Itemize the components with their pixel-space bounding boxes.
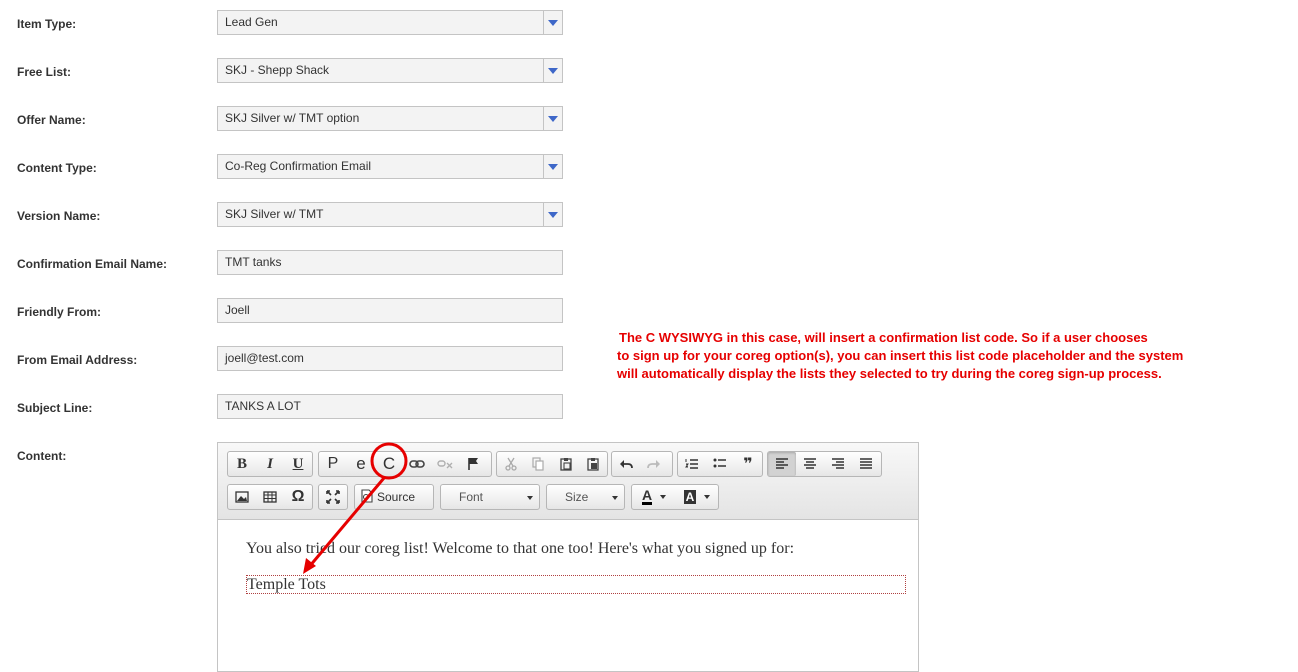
link-icon[interactable] [403, 452, 431, 476]
chevron-down-icon [612, 496, 618, 500]
free-list-label: Free List: [17, 65, 72, 79]
friendly-from-input[interactable]: Joell [217, 298, 563, 323]
item-type-label: Item Type: [17, 17, 77, 31]
p-button[interactable]: P [319, 452, 347, 476]
unlink-icon[interactable] [431, 452, 459, 476]
media-group: Ω [227, 484, 313, 510]
friendly-from-label: Friendly From: [17, 305, 102, 319]
justify-icon[interactable] [852, 452, 880, 476]
cut-icon[interactable] [497, 452, 525, 476]
paste-icon[interactable] [552, 452, 580, 476]
item-type-value: Lead Gen [225, 15, 278, 29]
source-group: Source [354, 484, 434, 510]
paste-word-icon[interactable] [580, 452, 608, 476]
size-combo-label: Size [565, 490, 589, 504]
annotation-line-2: to sign up for your coreg option(s), you… [617, 348, 1184, 363]
text-color-icon: A [641, 487, 653, 505]
bold-button[interactable]: B [228, 452, 256, 476]
color-group: A A [631, 484, 719, 510]
align-group [767, 451, 882, 477]
clipboard-group [496, 451, 608, 477]
free-list-select[interactable]: SKJ - Shepp Shack [217, 58, 563, 83]
from-email-label: From Email Address: [17, 353, 138, 367]
list-code-placeholder[interactable]: Temple Tots [246, 575, 906, 594]
maximize-icon[interactable] [319, 485, 347, 509]
chevron-down-icon [527, 496, 533, 500]
content-label: Content: [17, 449, 67, 463]
align-left-icon[interactable] [768, 452, 796, 476]
table-icon[interactable] [256, 485, 284, 509]
item-type-select[interactable]: Lead Gen [217, 10, 563, 35]
content-editor: B I U P e C ❞ Ω Source Font Size A A You… [217, 442, 919, 672]
quote-icon[interactable]: ❞ [734, 452, 762, 476]
bulleted-list-icon[interactable] [706, 452, 734, 476]
underline-button[interactable]: U [284, 452, 312, 476]
text-color-button[interactable]: A [632, 485, 676, 509]
dropdown-arrow-icon[interactable] [543, 11, 562, 34]
image-icon[interactable] [228, 485, 256, 509]
subject-line-label: Subject Line: [17, 401, 93, 415]
dropdown-arrow-icon[interactable] [543, 203, 562, 226]
chevron-down-icon [660, 495, 667, 499]
offer-name-value: SKJ Silver w/ TMT option [225, 111, 360, 125]
version-name-label: Version Name: [17, 209, 101, 223]
offer-name-select[interactable]: SKJ Silver w/ TMT option [217, 106, 563, 131]
undo-icon[interactable] [612, 452, 640, 476]
source-label: Source [377, 490, 416, 504]
list-group: ❞ [677, 451, 763, 477]
dropdown-arrow-icon[interactable] [543, 107, 562, 130]
editor-toolbar: B I U P e C ❞ Ω Source Font Size A A [218, 443, 918, 520]
align-center-icon[interactable] [796, 452, 824, 476]
size-combo[interactable]: Size [546, 484, 625, 510]
bg-color-button[interactable]: A [676, 485, 718, 509]
content-type-value: Co-Reg Confirmation Email [225, 159, 372, 173]
annotation-line-3: will automatically display the lists the… [617, 366, 1162, 381]
confirmation-email-name-input[interactable]: TMT tanks [217, 250, 563, 275]
annotation-text: The C WYSIWYG in this case, will insert … [617, 329, 1277, 383]
dropdown-arrow-icon[interactable] [543, 155, 562, 178]
content-type-select[interactable]: Co-Reg Confirmation Email [217, 154, 563, 179]
source-icon [361, 488, 373, 506]
tools-group [318, 484, 348, 510]
annotation-line-1: The C WYSIWYG in this case, will insert … [619, 330, 1148, 345]
editor-body[interactable]: You also tried our coreg list! Welcome t… [218, 519, 918, 671]
omega-icon[interactable]: Ω [284, 485, 312, 509]
undo-group [611, 451, 673, 477]
basic-styles-group: B I U [227, 451, 313, 477]
from-email-input[interactable]: joell@test.com [217, 346, 563, 371]
confirmation-email-name-label: Confirmation Email Name: [17, 257, 168, 271]
flag-icon[interactable] [459, 452, 487, 476]
insert-group: P e C [318, 451, 492, 477]
free-list-value: SKJ - Shepp Shack [225, 63, 330, 77]
dropdown-arrow-icon[interactable] [543, 59, 562, 82]
source-button[interactable]: Source [355, 488, 421, 506]
offer-name-label: Offer Name: [17, 113, 86, 127]
c-button[interactable]: C [375, 452, 403, 476]
numbered-list-icon[interactable] [678, 452, 706, 476]
version-name-value: SKJ Silver w/ TMT [225, 207, 324, 221]
copy-icon[interactable] [525, 452, 553, 476]
font-combo-label: Font [459, 490, 484, 504]
content-type-label: Content Type: [17, 161, 97, 175]
italic-button[interactable]: I [256, 452, 284, 476]
align-right-icon[interactable] [824, 452, 852, 476]
e-button[interactable]: e [347, 452, 375, 476]
redo-icon[interactable] [640, 452, 668, 476]
bg-color-icon: A [683, 490, 697, 504]
version-name-select[interactable]: SKJ Silver w/ TMT [217, 202, 563, 227]
chevron-down-icon [704, 495, 711, 499]
editor-text-line: You also tried our coreg list! Welcome t… [246, 540, 795, 557]
subject-line-input[interactable]: TANKS A LOT [217, 394, 563, 419]
font-combo[interactable]: Font [440, 484, 540, 510]
